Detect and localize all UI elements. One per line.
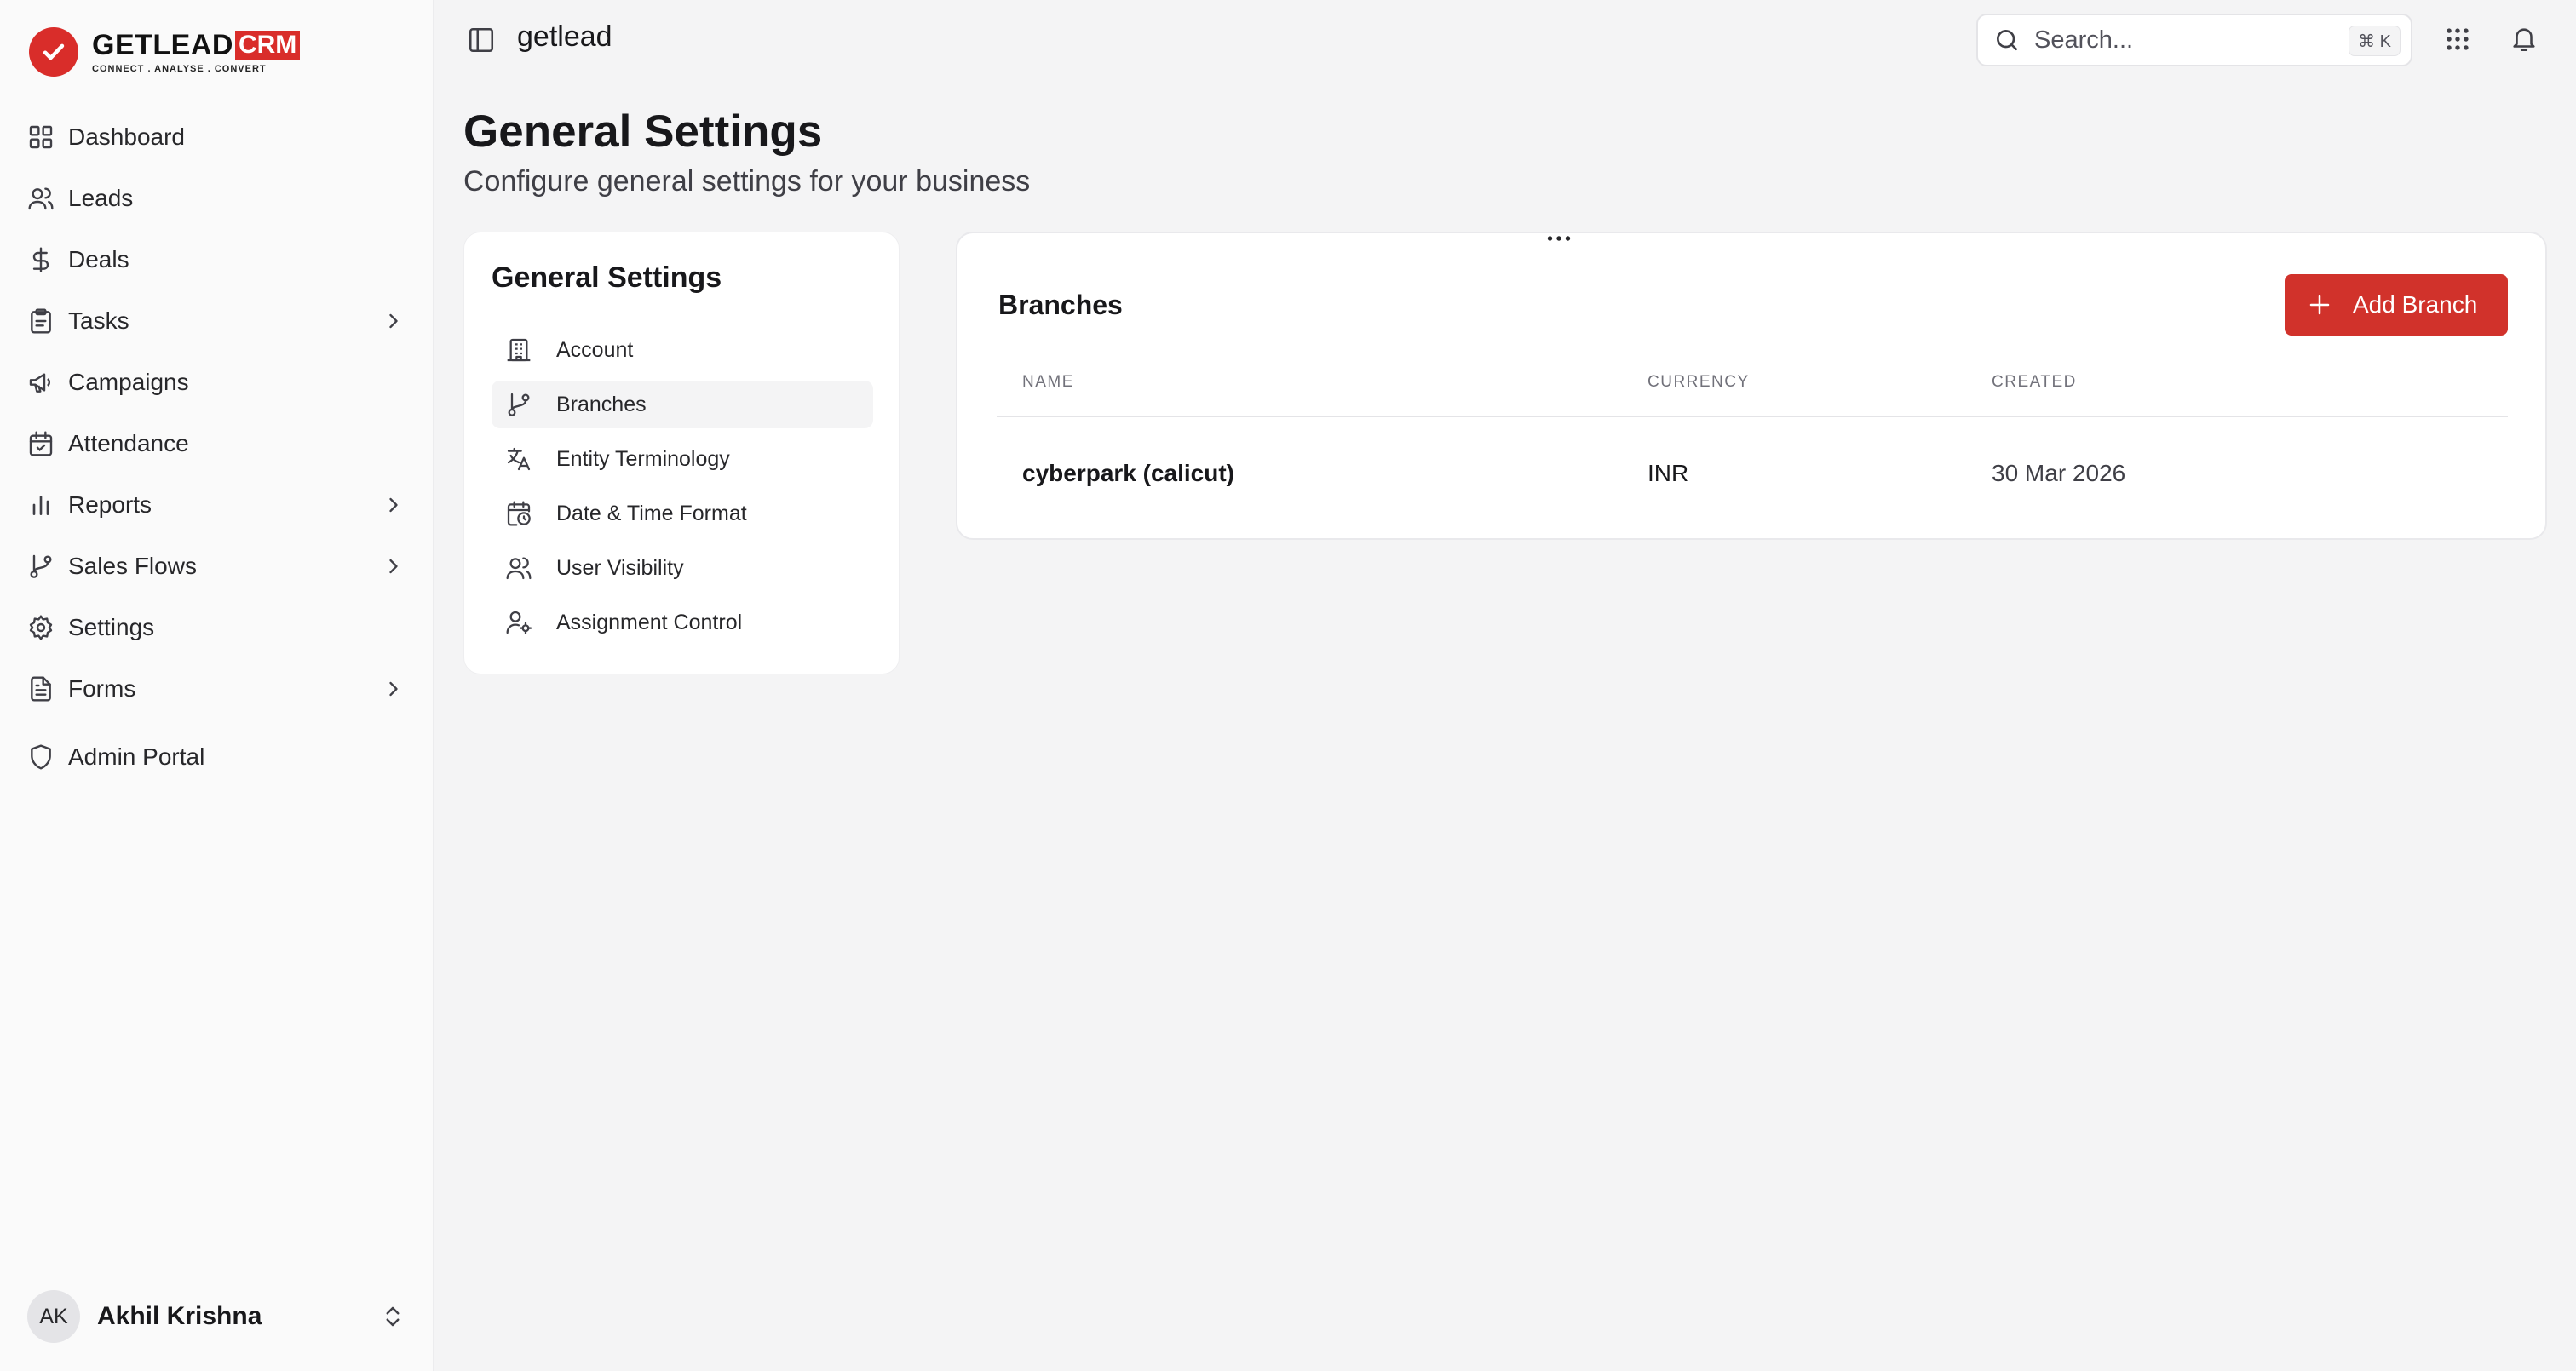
settings-item-assignment-control[interactable]: Assignment Control: [492, 599, 873, 646]
bell-icon[interactable]: [2510, 25, 2539, 54]
brand-tagline: CONNECT . ANALYSE . CONVERT: [92, 64, 267, 74]
sidebar-item-label: Admin Portal: [68, 743, 205, 770]
dollar-icon: [27, 246, 55, 273]
dashboard-grid-icon: [27, 123, 55, 151]
settings-item-label: Date & Time Format: [556, 501, 747, 525]
branch-currency-cell: INR: [1647, 460, 1689, 486]
sidebar: GETLEAD CRM CONNECT . ANALYSE . CONVERT …: [0, 0, 434, 1371]
user-cog-icon: [505, 609, 532, 636]
sidebar-item-label: Sales Flows: [68, 553, 197, 579]
column-header-currency[interactable]: CURRENCY: [1647, 373, 1750, 392]
sidebar-item-deals[interactable]: Deals: [0, 236, 434, 284]
settings-item-label: Assignment Control: [556, 610, 743, 634]
add-branch-button[interactable]: Add Branch: [2285, 274, 2508, 336]
sidebar-item-reports[interactable]: Reports: [0, 481, 434, 529]
table-row[interactable]: cyberpark (calicut) INR 30 Mar 2026: [997, 417, 2508, 526]
settings-item-label: Branches: [556, 392, 647, 416]
file-text-icon: [27, 675, 55, 703]
chevron-right-icon: [382, 309, 405, 333]
calendar-clock-icon: [505, 500, 532, 527]
sidebar-item-label: Reports: [68, 491, 152, 518]
row-actions-more-icon[interactable]: [1544, 223, 1574, 254]
settings-item-branches[interactable]: Branches: [492, 381, 873, 428]
gear-icon: [27, 614, 55, 641]
sidebar-item-label: Dashboard: [68, 123, 185, 150]
search-shortcut-badge: ⌘ K: [2349, 26, 2401, 56]
building-icon: [505, 336, 532, 364]
git-branch-icon: [27, 553, 55, 580]
sidebar-item-label: Settings: [68, 614, 155, 640]
settings-item-label: User Visibility: [556, 555, 684, 580]
page-subtitle: Configure general settings for your busi…: [463, 165, 1031, 198]
branches-card: Branches Add Branch NAME CURRENCY CREATE…: [956, 232, 2547, 540]
translate-icon: [505, 445, 532, 473]
sidebar-item-label: Forms: [68, 675, 136, 702]
sidebar-item-campaigns[interactable]: Campaigns: [0, 359, 434, 406]
brand-logo[interactable]: GETLEAD CRM CONNECT . ANALYSE . CONVERT: [29, 27, 301, 77]
search-box[interactable]: ⌘ K: [1976, 14, 2412, 66]
sidebar-toggle-icon[interactable]: [467, 26, 496, 54]
settings-item-user-visibility[interactable]: User Visibility: [492, 544, 873, 592]
sidebar-item-attendance[interactable]: Attendance: [0, 420, 434, 468]
settings-item-account[interactable]: Account: [492, 326, 873, 374]
settings-item-entity-terminology[interactable]: Entity Terminology: [492, 435, 873, 483]
checkmark-logo-icon: [29, 27, 78, 77]
calendar-check-icon: [27, 430, 55, 457]
brand-suffix: CRM: [234, 31, 301, 60]
users-icon: [27, 185, 55, 212]
plus-icon: [2307, 292, 2332, 318]
sidebar-item-label: Deals: [68, 246, 129, 272]
chevrons-up-down-icon: [380, 1304, 405, 1329]
sidebar-item-tasks[interactable]: Tasks: [0, 297, 434, 345]
settings-menu-title: General Settings: [492, 261, 722, 294]
sidebar-item-leads[interactable]: Leads: [0, 175, 434, 222]
git-branch-icon: [505, 391, 532, 418]
sidebar-item-label: Campaigns: [68, 369, 189, 395]
bar-chart-icon: [27, 491, 55, 519]
avatar: AK: [27, 1290, 80, 1343]
sidebar-item-sales-flows[interactable]: Sales Flows: [0, 542, 434, 590]
add-branch-label: Add Branch: [2353, 291, 2478, 318]
column-header-name[interactable]: NAME: [1022, 373, 1074, 392]
settings-item-label: Account: [556, 337, 634, 362]
clipboard-icon: [27, 307, 55, 335]
settings-item-label: Entity Terminology: [556, 446, 730, 471]
apps-grid-icon[interactable]: [2443, 25, 2472, 54]
brand-wordmark: GETLEAD CRM CONNECT . ANALYSE . CONVERT: [92, 28, 301, 74]
user-name: Akhil Krishna: [97, 1302, 262, 1330]
megaphone-icon: [27, 369, 55, 396]
sidebar-item-forms[interactable]: Forms: [0, 665, 434, 713]
branches-title: Branches: [998, 290, 1123, 320]
sidebar-item-label: Leads: [68, 185, 134, 211]
page-title: General Settings: [463, 106, 823, 157]
column-header-created[interactable]: CREATED: [1992, 373, 2077, 392]
branch-name-cell: cyberpark (calicut): [1022, 460, 1234, 486]
settings-item-date-time-format[interactable]: Date & Time Format: [492, 490, 873, 537]
sidebar-item-settings[interactable]: Settings: [0, 604, 434, 651]
chevron-right-icon: [382, 493, 405, 517]
branch-created-cell: 30 Mar 2026: [1992, 460, 2126, 486]
search-input[interactable]: [2034, 26, 2324, 54]
sidebar-item-admin-portal[interactable]: Admin Portal: [0, 733, 434, 781]
sidebar-item-label: Attendance: [68, 430, 189, 456]
sidebar-item-label: Tasks: [68, 307, 129, 334]
settings-menu-card: General Settings Account Branches Entity…: [463, 232, 900, 674]
search-icon: [1993, 26, 2021, 54]
sidebar-item-dashboard[interactable]: Dashboard: [0, 113, 434, 161]
user-menu[interactable]: AK Akhil Krishna: [27, 1289, 411, 1344]
workspace-name: getlead: [517, 20, 612, 53]
shield-icon: [27, 743, 55, 771]
chevron-right-icon: [382, 677, 405, 701]
brand-name: GETLEAD: [92, 28, 233, 61]
users-icon: [505, 554, 532, 582]
chevron-right-icon: [382, 554, 405, 578]
